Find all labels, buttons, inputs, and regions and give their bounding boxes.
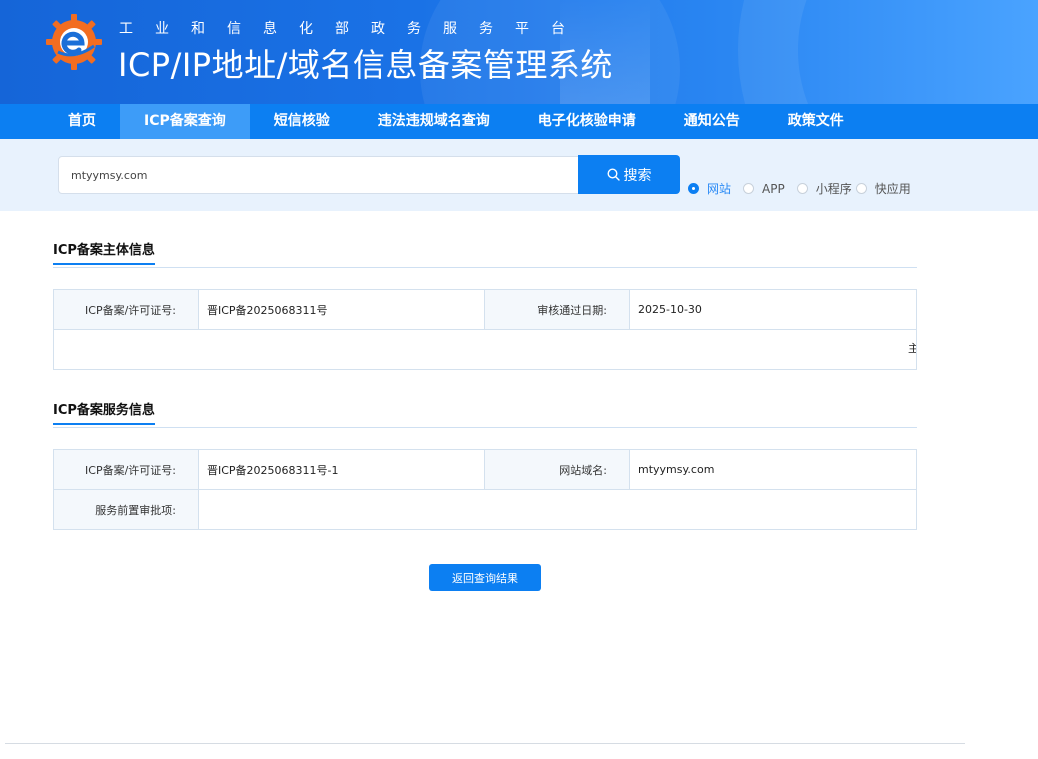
radio-quick-app[interactable]: 快应用 xyxy=(855,180,911,197)
radio-unchecked-icon xyxy=(743,183,755,194)
miit-gear-logo-icon xyxy=(46,14,102,70)
subject-overflow-cell: 主 xyxy=(53,329,917,370)
page-title: ICP/IP地址/域名信息备案管理系统 xyxy=(118,46,613,84)
license-label: ICP备案/许可证号: xyxy=(53,289,199,330)
service-info-table: ICP备案/许可证号: 晋ICP备2025068311号-1 网站域名: mty… xyxy=(53,449,917,530)
main-nav: 首页 ICP备案查询 短信核验 违法违规域名查询 电子化核验申请 通知公告 政策… xyxy=(0,104,1038,139)
footer-divider xyxy=(5,743,965,744)
service-license-label: ICP备案/许可证号: xyxy=(53,449,199,490)
radio-label: 小程序 xyxy=(815,182,852,196)
radio-checked-icon xyxy=(688,183,699,194)
license-value: 晋ICP备2025068311号 xyxy=(198,289,485,330)
subject-overflow-text: 主 xyxy=(908,340,916,356)
radio-mini-program[interactable]: 小程序 xyxy=(796,180,852,197)
search-button[interactable]: 搜索 xyxy=(578,155,680,194)
section-title-service: ICP备案服务信息 xyxy=(53,399,155,425)
radio-label: 快应用 xyxy=(874,182,911,196)
search-input[interactable] xyxy=(58,156,580,194)
radio-label: 网站 xyxy=(707,182,732,196)
preapproval-label: 服务前置审批项: xyxy=(53,489,199,530)
radio-label: APP xyxy=(762,181,785,196)
section-title-subject: ICP备案主体信息 xyxy=(53,239,155,265)
nav-item-policy[interactable]: 政策文件 xyxy=(764,104,868,139)
header-banner: 工业和信息化部政务服务平台 ICP/IP地址/域名信息备案管理系统 xyxy=(0,0,1038,104)
nav-item-icp-query[interactable]: ICP备案查询 xyxy=(120,104,250,139)
search-icon xyxy=(606,168,620,181)
search-area: 搜索 网站 APP 小程序 快应用 xyxy=(0,139,1038,211)
table-row: 主 xyxy=(53,329,917,370)
table-row: ICP备案/许可证号: 晋ICP备2025068311号 审核通过日期: 202… xyxy=(53,289,917,330)
nav-item-home[interactable]: 首页 xyxy=(44,104,120,139)
radio-unchecked-icon xyxy=(855,183,867,194)
radio-website[interactable]: 网站 xyxy=(688,180,731,197)
subject-info-table: ICP备案/许可证号: 晋ICP备2025068311号 审核通过日期: 202… xyxy=(53,289,917,370)
banner-decoration xyxy=(738,0,1038,104)
approval-date-label: 审核通过日期: xyxy=(484,289,630,330)
nav-item-e-verify[interactable]: 电子化核验申请 xyxy=(514,104,660,139)
nav-item-notices[interactable]: 通知公告 xyxy=(660,104,764,139)
back-to-results-button[interactable]: 返回查询结果 xyxy=(429,564,541,591)
domain-label: 网站域名: xyxy=(484,449,630,490)
nav-item-illegal-domain[interactable]: 违法违规域名查询 xyxy=(354,104,514,139)
radio-app[interactable]: APP xyxy=(743,182,785,196)
section-divider xyxy=(53,427,917,428)
preapproval-value xyxy=(198,489,917,530)
radio-unchecked-icon xyxy=(796,183,808,194)
section-divider xyxy=(53,267,917,268)
search-type-radio-group: 网站 APP 小程序 快应用 xyxy=(688,180,923,197)
service-license-value: 晋ICP备2025068311号-1 xyxy=(198,449,485,490)
table-row: 服务前置审批项: xyxy=(53,489,917,530)
domain-value: mtyymsy.com xyxy=(629,449,917,490)
search-button-label: 搜索 xyxy=(623,167,652,184)
table-row: ICP备案/许可证号: 晋ICP备2025068311号-1 网站域名: mty… xyxy=(53,449,917,490)
nav-item-sms-verify[interactable]: 短信核验 xyxy=(250,104,354,139)
banner-subtitle: 工业和信息化部政务服务平台 xyxy=(119,21,587,37)
approval-date-value: 2025-10-30 xyxy=(629,289,917,330)
